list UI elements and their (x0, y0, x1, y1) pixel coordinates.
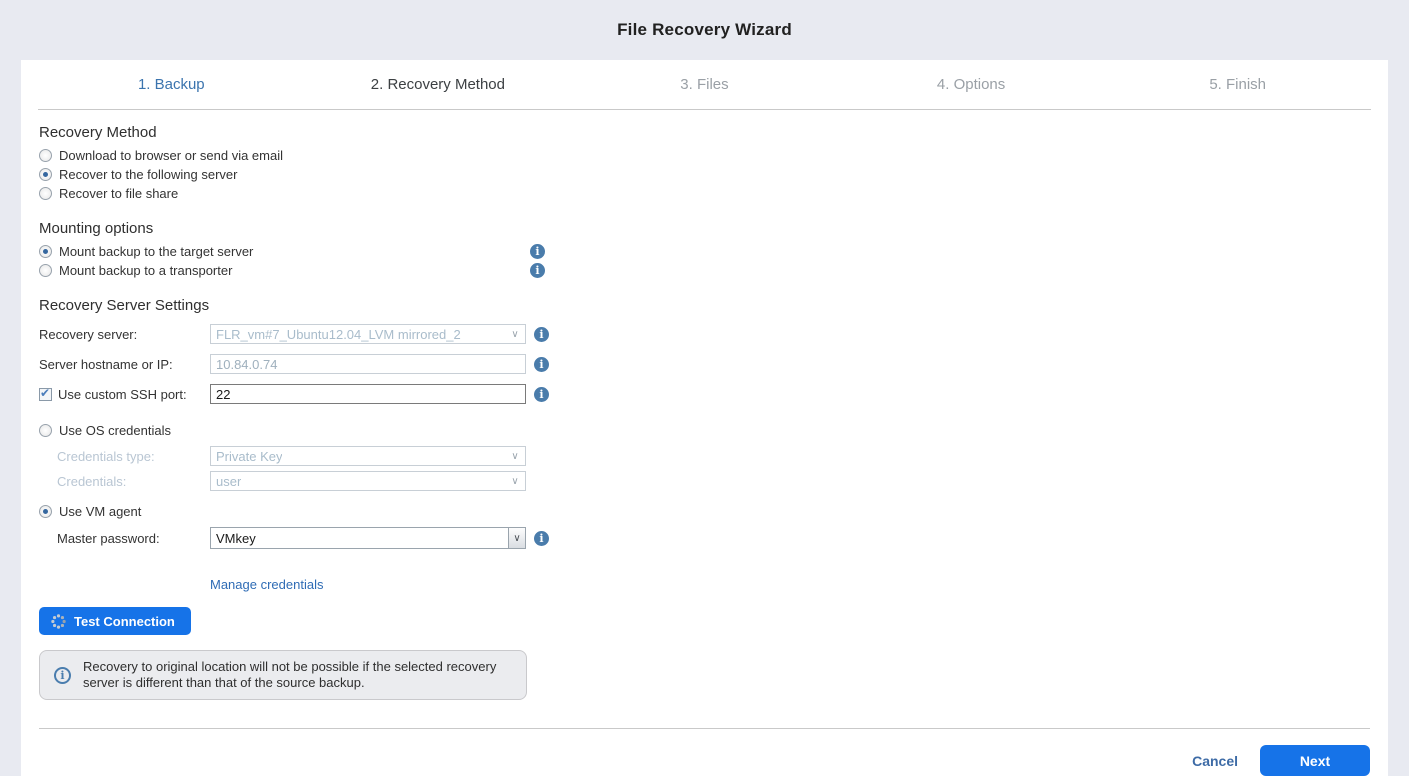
recovery-method-heading: Recovery Method (39, 124, 1370, 141)
wizard-titlebar: File Recovery Wizard (0, 0, 1409, 60)
radio-label: Use VM agent (59, 504, 141, 519)
radio-icon[interactable] (39, 149, 52, 162)
hostname-input (210, 354, 526, 374)
info-icon[interactable]: i (530, 244, 545, 259)
radio-icon[interactable] (39, 264, 52, 277)
ssh-port-row: Use custom SSH port: i (39, 384, 1370, 404)
radio-icon[interactable] (39, 168, 52, 181)
info-icon[interactable]: i (534, 387, 549, 402)
radio-mount-transporter[interactable]: Mount backup to a transporter i (39, 261, 599, 280)
ssh-port-input[interactable] (210, 384, 526, 404)
step-finish: 5. Finish (1104, 76, 1371, 93)
credentials-type-label: Credentials type: (39, 449, 210, 464)
radio-icon[interactable] (39, 424, 52, 437)
manage-credentials-link[interactable]: Manage credentials (210, 577, 323, 592)
master-password-label: Master password: (39, 531, 210, 546)
radio-vm-agent[interactable]: Use VM agent (39, 502, 599, 521)
info-icon[interactable]: i (534, 357, 549, 372)
radio-icon[interactable] (39, 505, 52, 518)
radio-icon[interactable] (39, 245, 52, 258)
radio-mount-target-server[interactable]: Mount backup to the target server i (39, 242, 599, 261)
step-recovery-method: 2. Recovery Method (305, 76, 572, 93)
radio-os-credentials[interactable]: Use OS credentials (39, 421, 599, 440)
chevron-down-icon: ∨ (505, 476, 525, 487)
radio-download-browser[interactable]: Download to browser or send via email (39, 146, 599, 165)
radio-label: Download to browser or send via email (59, 148, 283, 163)
info-circle-icon: i (54, 667, 71, 684)
recovery-server-row: Recovery server: FLR_vm#7_Ubuntu12.04_LV… (39, 324, 1370, 344)
test-connection-button[interactable]: Test Connection (39, 607, 191, 635)
recovery-server-value: FLR_vm#7_Ubuntu12.04_LVM mirrored_2 (216, 327, 461, 342)
step-backup[interactable]: 1. Backup (38, 76, 305, 93)
info-icon[interactable]: i (534, 531, 549, 546)
test-connection-label: Test Connection (74, 614, 175, 629)
wizard-panel: 1. Backup 2. Recovery Method 3. Files 4.… (21, 60, 1388, 776)
mounting-options-heading: Mounting options (39, 220, 1370, 237)
next-button[interactable]: Next (1260, 745, 1370, 776)
credentials-label: Credentials: (39, 474, 210, 489)
credentials-row: Credentials: user ∨ (39, 471, 1370, 491)
wizard-footer: Cancel Next (21, 729, 1388, 776)
step-options: 4. Options (838, 76, 1105, 93)
master-password-row: Master password: VMkey ∨ i (39, 527, 1370, 549)
note-box: i Recovery to original location will not… (39, 650, 527, 700)
radio-label: Recover to file share (59, 186, 178, 201)
credentials-select: user ∨ (210, 471, 526, 491)
ssh-port-label: Use custom SSH port: (58, 387, 187, 402)
hostname-row: Server hostname or IP: i (39, 354, 1370, 374)
spinner-icon (51, 614, 66, 629)
credentials-type-value: Private Key (216, 449, 282, 464)
radio-icon[interactable] (39, 187, 52, 200)
recovery-server-select: FLR_vm#7_Ubuntu12.04_LVM mirrored_2 ∨ (210, 324, 526, 344)
page-title: File Recovery Wizard (617, 20, 792, 40)
radio-label: Recover to the following server (59, 167, 237, 182)
cancel-button[interactable]: Cancel (1192, 753, 1238, 769)
chevron-down-icon[interactable]: ∨ (508, 528, 525, 548)
manage-credentials-row: Manage credentials (210, 576, 1370, 594)
wizard-steps: 1. Backup 2. Recovery Method 3. Files 4.… (38, 60, 1371, 110)
note-text: Recovery to original location will not b… (83, 659, 512, 691)
step-files: 3. Files (571, 76, 838, 93)
radio-label: Mount backup to a transporter (59, 263, 232, 278)
hostname-label: Server hostname or IP: (39, 357, 210, 372)
wizard-content: Recovery Method Download to browser or s… (21, 110, 1388, 729)
credentials-type-row: Credentials type: Private Key ∨ (39, 446, 1370, 466)
radio-recover-to-file-share[interactable]: Recover to file share (39, 184, 599, 203)
master-password-select[interactable]: VMkey ∨ (210, 527, 526, 549)
server-settings-heading: Recovery Server Settings (39, 297, 1370, 314)
credentials-type-select: Private Key ∨ (210, 446, 526, 466)
ssh-port-checkbox-label[interactable]: Use custom SSH port: (39, 387, 210, 402)
master-password-value: VMkey (216, 531, 256, 546)
radio-label: Use OS credentials (59, 423, 171, 438)
chevron-down-icon: ∨ (505, 329, 525, 340)
radio-label: Mount backup to the target server (59, 244, 253, 259)
info-icon[interactable]: i (530, 263, 545, 278)
radio-recover-to-server[interactable]: Recover to the following server (39, 165, 599, 184)
chevron-down-icon: ∨ (505, 451, 525, 462)
recovery-server-label: Recovery server: (39, 327, 210, 342)
checkbox-icon[interactable] (39, 388, 52, 401)
info-icon[interactable]: i (534, 327, 549, 342)
credentials-value: user (216, 474, 241, 489)
